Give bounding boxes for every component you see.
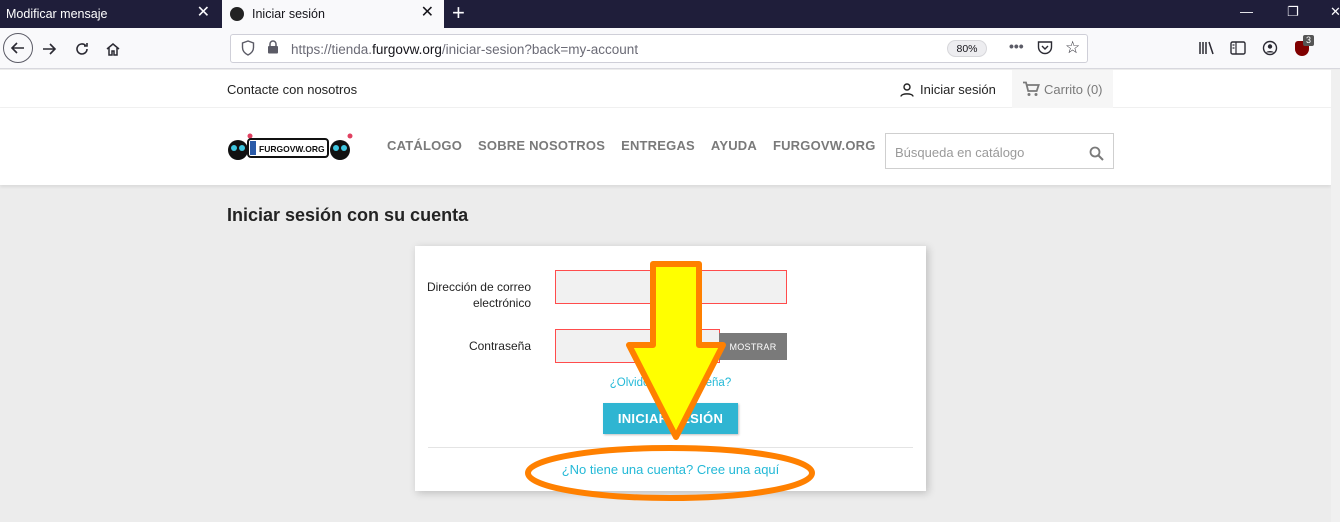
forgot-password-link[interactable]: ¿Olvidó su contraseña? xyxy=(415,377,926,389)
menu-catalogo[interactable]: CATÁLOGO xyxy=(387,138,462,153)
url-text[interactable]: https://tienda.furgovw.org/iniciar-sesio… xyxy=(291,42,638,57)
page-actions-icon[interactable]: ••• xyxy=(1009,38,1024,54)
password-field[interactable] xyxy=(555,329,720,363)
password-label: Contraseña xyxy=(468,339,531,353)
create-account-link[interactable]: ¿No tiene una cuenta? Cree una aquí xyxy=(415,462,926,477)
main-menu: CATÁLOGO SOBRE NOSOTROS ENTREGAS AYUDA F… xyxy=(387,138,876,153)
cart-label: Carrito (0) xyxy=(1044,81,1103,97)
contact-link[interactable]: Contacte con nosotros xyxy=(227,82,357,97)
close-tab-icon[interactable]: ✕ xyxy=(197,5,210,21)
new-tab-icon[interactable]: + xyxy=(452,2,465,24)
browser-tab-bar: Modificar mensaje ✕ Iniciar sesión ✕ + —… xyxy=(0,0,1340,28)
login-form: Dirección de correo electrónico Contrase… xyxy=(415,246,926,491)
menu-furgovw[interactable]: FURGOVW.ORG xyxy=(773,138,876,153)
search-placeholder: Búsqueda en catálogo xyxy=(895,145,1025,160)
home-icon[interactable] xyxy=(100,36,126,62)
tab-title: Iniciar sesión xyxy=(252,7,325,21)
menu-ayuda[interactable]: AYUDA xyxy=(711,138,757,153)
search-input[interactable]: Búsqueda en catálogo xyxy=(885,133,1114,169)
reload-icon[interactable] xyxy=(69,36,95,62)
search-icon[interactable] xyxy=(1089,146,1104,161)
logo-text: FURGOVW.ORG xyxy=(259,144,325,154)
zoom-indicator[interactable]: 80% xyxy=(947,40,987,57)
tracking-shield-icon[interactable] xyxy=(241,40,255,59)
url-path: /iniciar-sesion?back=my-account xyxy=(441,42,639,57)
cart-link[interactable]: Carrito (0) xyxy=(1012,70,1113,108)
close-tab-icon[interactable]: ✕ xyxy=(421,5,434,21)
page-scrollbar[interactable] xyxy=(1331,70,1340,522)
minimize-window-icon[interactable]: — xyxy=(1240,4,1253,19)
site-header: FURGOVW.ORG CATÁLOGO SOBRE NOSOTROS ENTR… xyxy=(0,108,1331,185)
email-field[interactable] xyxy=(555,270,787,304)
shopping-cart-icon xyxy=(1023,81,1040,96)
menu-sobre-nosotros[interactable]: SOBRE NOSOTROS xyxy=(478,138,605,153)
extension-badge: 3 xyxy=(1303,35,1315,46)
site-logo[interactable]: FURGOVW.ORG xyxy=(226,131,354,165)
site-favicon-icon xyxy=(230,7,244,21)
lock-icon[interactable] xyxy=(267,40,279,57)
address-bar[interactable]: https://tienda.furgovw.org/iniciar-sesio… xyxy=(230,34,1088,63)
page-content: Contacte con nosotros Iniciar sesión Car… xyxy=(0,70,1331,522)
signin-link[interactable]: Iniciar sesión xyxy=(900,82,996,97)
browser-tab-iniciar[interactable]: Iniciar sesión ✕ xyxy=(222,0,444,28)
account-icon[interactable] xyxy=(1262,40,1278,60)
forward-icon[interactable] xyxy=(36,36,62,62)
login-submit-button[interactable]: INICIAR SESIÓN xyxy=(603,403,738,434)
user-icon xyxy=(900,82,914,97)
divider xyxy=(428,447,913,448)
bookmark-star-icon[interactable]: ☆ xyxy=(1065,38,1080,58)
browser-tab-modificar[interactable]: Modificar mensaje ✕ xyxy=(0,0,220,28)
signin-label: Iniciar sesión xyxy=(920,82,996,97)
email-label: Dirección de correo electrónico xyxy=(426,280,531,310)
sidebar-icon[interactable] xyxy=(1230,40,1246,60)
url-prefix: https://tienda. xyxy=(291,42,373,57)
menu-entregas[interactable]: ENTREGAS xyxy=(621,138,695,153)
top-nav: Contacte con nosotros Iniciar sesión Car… xyxy=(0,70,1331,108)
restore-window-icon[interactable]: ❐ xyxy=(1287,4,1299,20)
page-title: Iniciar sesión con su cuenta xyxy=(227,205,469,225)
back-icon[interactable] xyxy=(3,33,33,63)
show-password-button[interactable]: MOSTRAR xyxy=(719,333,787,360)
close-window-icon[interactable]: ✕ xyxy=(1330,4,1340,20)
pocket-icon[interactable] xyxy=(1037,40,1053,58)
url-host: furgovw.org xyxy=(372,42,442,57)
library-icon[interactable] xyxy=(1198,40,1216,60)
tab-title: Modificar mensaje xyxy=(6,7,108,21)
browser-toolbar: https://tienda.furgovw.org/iniciar-sesio… xyxy=(0,28,1340,69)
